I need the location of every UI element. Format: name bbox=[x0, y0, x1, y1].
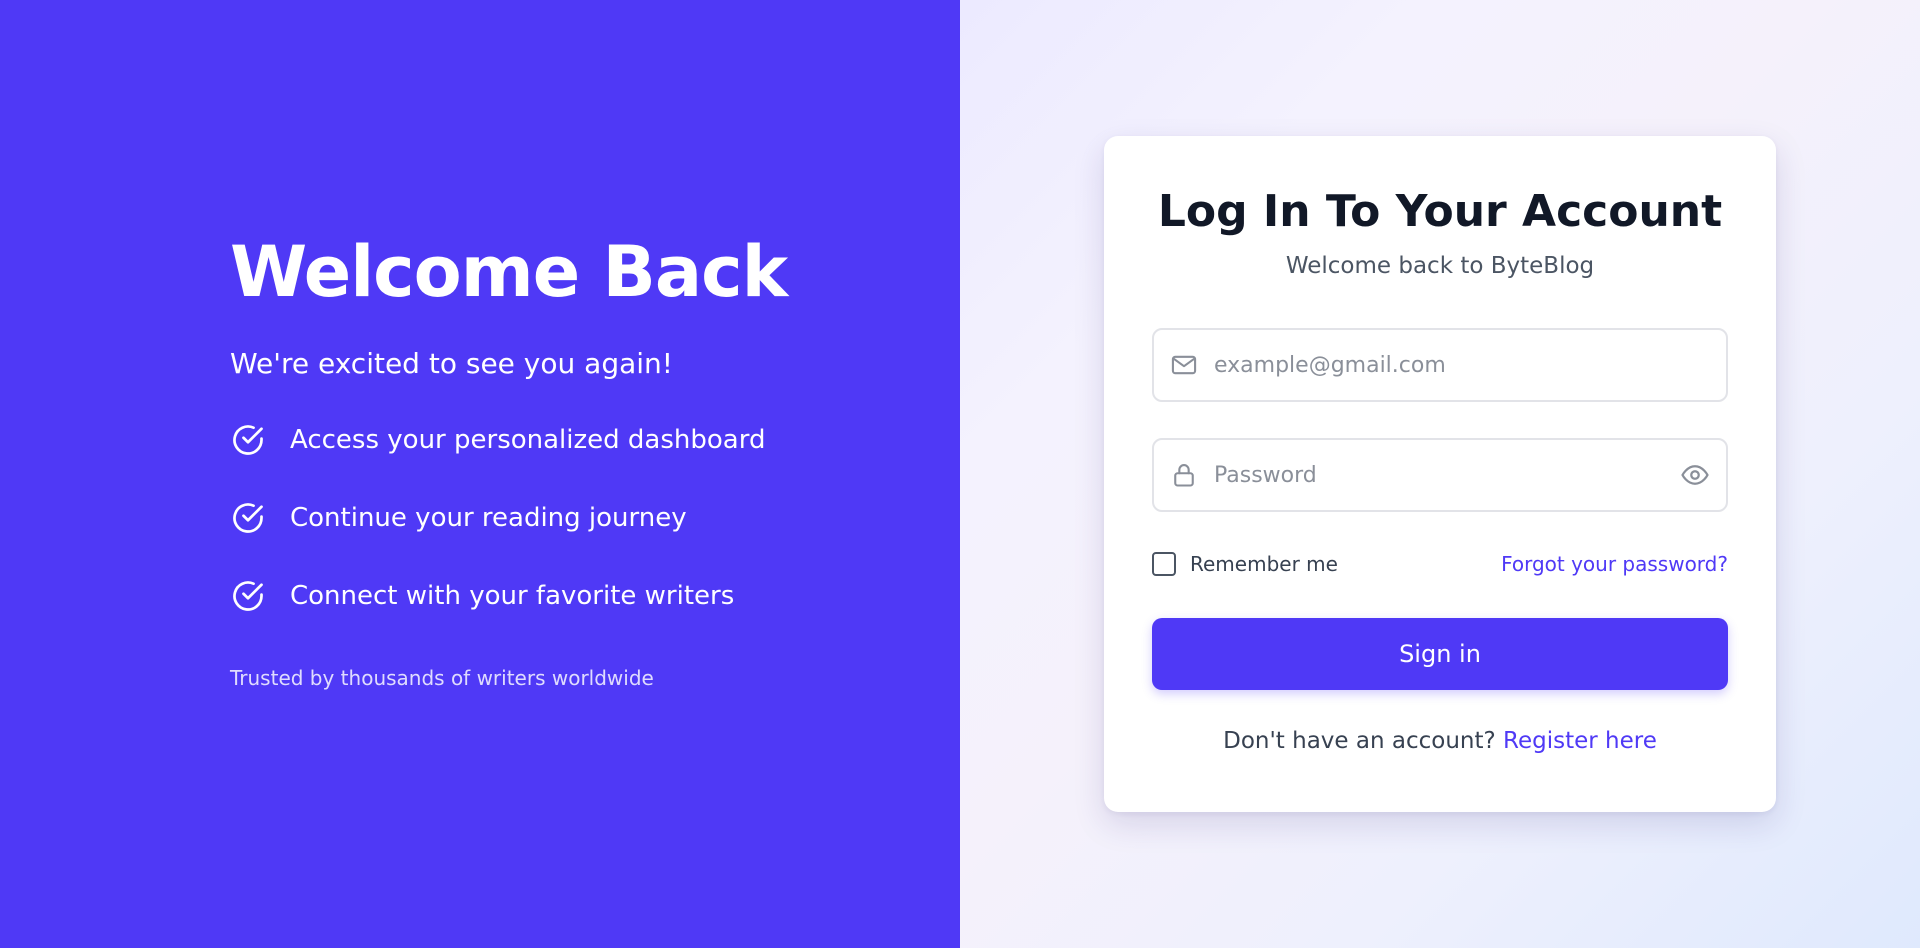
feature-item: Access your personalized dashboard bbox=[230, 420, 870, 460]
login-subtitle: Welcome back to ByteBlog bbox=[1285, 253, 1595, 279]
email-input[interactable] bbox=[1214, 352, 1710, 378]
email-field-wrapper bbox=[1152, 328, 1728, 402]
mail-icon bbox=[1171, 355, 1197, 375]
lock-icon bbox=[1174, 464, 1194, 487]
feature-label: Access your personalized dashboard bbox=[290, 425, 766, 455]
remember-me[interactable]: Remember me bbox=[1152, 552, 1338, 576]
hero-content: Welcome Back We're excited to see you ag… bbox=[230, 228, 870, 690]
trusted-note: Trusted by thousands of writers worldwid… bbox=[230, 666, 654, 690]
register-link[interactable]: Register here bbox=[1503, 728, 1657, 754]
eye-icon[interactable] bbox=[1680, 460, 1710, 490]
check-circle-icon bbox=[233, 581, 263, 611]
remember-label: Remember me bbox=[1190, 552, 1338, 576]
password-field-wrapper bbox=[1152, 438, 1728, 512]
remember-checkbox[interactable] bbox=[1152, 552, 1176, 576]
hero-title: Welcome Back bbox=[230, 231, 788, 313]
register-prompt-row: Don't have an account? Register here bbox=[1152, 728, 1728, 754]
login-title: Log In To Your Account bbox=[1157, 186, 1723, 237]
sign-in-button[interactable]: Sign in bbox=[1152, 618, 1728, 690]
login-card: Log In To Your Account Welcome back to B… bbox=[1104, 136, 1776, 812]
check-circle-icon bbox=[233, 425, 263, 455]
password-input[interactable] bbox=[1214, 462, 1668, 488]
register-prompt: Don't have an account? bbox=[1223, 728, 1496, 754]
feature-item: Connect with your favorite writers bbox=[230, 576, 870, 616]
feature-label: Connect with your favorite writers bbox=[290, 581, 735, 611]
login-panel: Log In To Your Account Welcome back to B… bbox=[960, 0, 1920, 948]
options-row: Remember me Forgot your password? bbox=[1152, 550, 1728, 578]
forgot-password-link[interactable]: Forgot your password? bbox=[1501, 552, 1728, 576]
hero-subtitle: We're excited to see you again! bbox=[230, 347, 673, 380]
feature-item: Continue your reading journey bbox=[230, 498, 870, 538]
feature-label: Continue your reading journey bbox=[290, 503, 687, 533]
hero-panel: Welcome Back We're excited to see you ag… bbox=[0, 0, 960, 948]
feature-list: Access your personalized dashboard Conti… bbox=[230, 420, 870, 616]
check-circle-icon bbox=[233, 503, 263, 533]
